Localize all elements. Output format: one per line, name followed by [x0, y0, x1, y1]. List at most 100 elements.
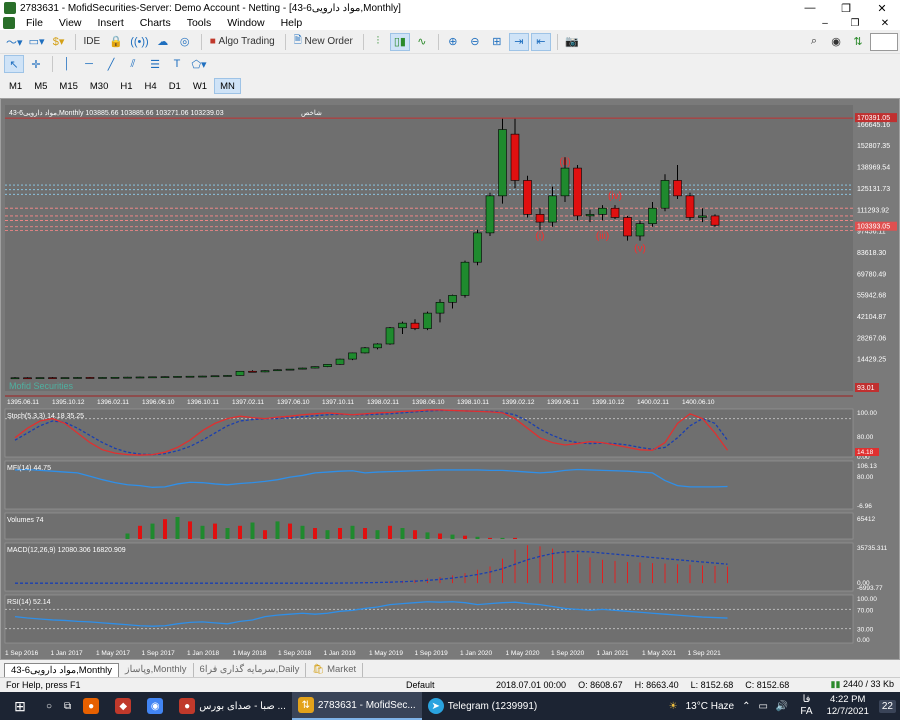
- menu-file[interactable]: File: [18, 17, 51, 29]
- volume-bar: [463, 535, 467, 539]
- tab-chart-2[interactable]: وپاساز,Monthly: [119, 663, 194, 677]
- status-low: L: 8152.68: [690, 679, 734, 690]
- rsi-axis-label: 100.00: [857, 596, 877, 603]
- language-indicator[interactable]: فا FA: [796, 694, 816, 718]
- fibonacci-icon[interactable]: ☰: [145, 55, 165, 73]
- screenshot-icon[interactable]: 📷: [562, 33, 582, 51]
- timeframe-mn[interactable]: MN: [214, 78, 241, 94]
- firefox-button[interactable]: ●: [77, 692, 109, 720]
- new-order-button[interactable]: 🗎 New Order: [290, 33, 357, 51]
- cloud-icon[interactable]: ☁: [153, 33, 173, 51]
- volume-bar: [475, 536, 480, 539]
- candle-body: [360, 347, 370, 354]
- chrome-button[interactable]: ◉: [141, 692, 173, 720]
- shamsi-date-label: 1395.06.11: [7, 399, 39, 406]
- account-icon[interactable]: ◉: [826, 33, 846, 51]
- candle-body: [48, 377, 57, 379]
- timeframe-m1[interactable]: M1: [4, 78, 27, 94]
- network-icon[interactable]: ▭: [758, 701, 767, 712]
- zoom-out-icon[interactable]: ⊖: [465, 33, 485, 51]
- tile-windows-icon[interactable]: ⊞: [487, 33, 507, 51]
- volume-icon[interactable]: 🔊: [776, 701, 788, 712]
- date-axis-label: 1 May 2020: [506, 650, 540, 657]
- main-pane-bg: [5, 105, 853, 391]
- shamsi-date-label: 1399.02.12: [502, 399, 535, 406]
- candlestick-icon[interactable]: ▯▮: [389, 32, 410, 51]
- zoom-in-icon[interactable]: ⊕: [443, 33, 463, 51]
- weather-text[interactable]: 13°C Haze: [686, 701, 734, 712]
- clock[interactable]: 4:22 PM 12/7/2021: [827, 694, 869, 718]
- auto-scroll-icon[interactable]: ⇥: [508, 32, 529, 51]
- notification-badge[interactable]: 22: [878, 699, 896, 713]
- chart-window[interactable]: (i) (ii) (iii) (iv) (v) 43-6مواد دارویی,Month…: [0, 98, 900, 660]
- timeframe-h4[interactable]: H4: [140, 78, 162, 94]
- profiles-icon[interactable]: $▾: [49, 33, 69, 51]
- task-metatrader[interactable]: ⇅ 2783631 - MofidSec...: [291, 692, 422, 720]
- stoch-tag-label: 14.18: [857, 449, 874, 456]
- vps-icon[interactable]: ◎: [175, 33, 195, 51]
- channel-icon[interactable]: ⫽: [123, 55, 143, 73]
- tray-arrow-icon[interactable]: ⌃: [742, 701, 750, 712]
- child-close-button[interactable]: ✕: [870, 18, 900, 29]
- task-view-button[interactable]: ⧉: [58, 692, 77, 720]
- candle-body: [385, 327, 395, 345]
- minimize-button[interactable]: —: [792, 0, 828, 16]
- window-title: 2783631 - MofidSecurities-Server: Demo A…: [20, 2, 401, 14]
- candle-body: [210, 375, 220, 378]
- timeframe-m15[interactable]: M15: [54, 78, 82, 94]
- tab-market[interactable]: 🛍 Market: [306, 663, 364, 677]
- text-icon[interactable]: T: [167, 55, 187, 73]
- price-axis-label: 111293.92: [857, 207, 889, 214]
- menu-charts[interactable]: Charts: [132, 17, 179, 29]
- lock-icon[interactable]: 🔒: [106, 33, 126, 51]
- menu-view[interactable]: View: [51, 17, 90, 29]
- shapes-icon[interactable]: ⬠▾: [189, 55, 209, 73]
- menu-tools[interactable]: Tools: [179, 17, 220, 29]
- line-chart-icon[interactable]: ∿: [412, 33, 432, 51]
- menu-help[interactable]: Help: [273, 17, 311, 29]
- candle-body: [710, 215, 720, 226]
- weather-icon: ☀: [668, 700, 678, 712]
- new-chart-icon[interactable]: ▭▾: [27, 33, 47, 51]
- task-saba[interactable]: ● صبا - صدای بورس ...: [173, 692, 292, 720]
- timeframe-w1[interactable]: W1: [188, 78, 212, 94]
- algo-trading-button[interactable]: ■ Algo Trading: [206, 33, 279, 51]
- chart-window-icon[interactable]: [3, 17, 15, 29]
- cursor-icon[interactable]: ↖: [4, 55, 24, 73]
- chart-canvas[interactable]: (i) (ii) (iii) (iv) (v) 43-6مواد دارویی,Month…: [1, 99, 899, 659]
- start-button[interactable]: ⊞: [0, 692, 40, 720]
- chart-type-icon[interactable]: 〜▾: [4, 33, 25, 51]
- app-button[interactable]: ◆: [109, 692, 141, 720]
- timeframe-d1[interactable]: D1: [164, 78, 186, 94]
- task-telegram[interactable]: ➤ Telegram (1239991): [422, 692, 544, 720]
- shamsi-date-label: 1398.06.10: [412, 399, 445, 406]
- chart-shift-icon[interactable]: ⇤: [530, 32, 551, 51]
- close-button[interactable]: ✕: [864, 0, 900, 16]
- horizontal-line-icon[interactable]: ─: [79, 55, 99, 73]
- price-axis-label: 125131.73: [857, 186, 890, 193]
- candle-body: [460, 261, 470, 296]
- maximize-button[interactable]: ❐: [828, 0, 864, 16]
- signals-icon[interactable]: ((•)): [128, 33, 151, 51]
- tab-chart-3[interactable]: سرمایه گذاری فرا6,Daily: [194, 663, 307, 677]
- volume-bar: [200, 525, 205, 539]
- child-restore-button[interactable]: ❐: [840, 18, 870, 29]
- bar-chart-icon[interactable]: ⫶: [368, 33, 388, 51]
- level-icon[interactable]: ⇅: [848, 33, 868, 51]
- timeframe-m5[interactable]: M5: [29, 78, 52, 94]
- date-axis-label: 1 May 2021: [642, 650, 676, 657]
- menu-insert[interactable]: Insert: [90, 17, 132, 29]
- timeframe-h1[interactable]: H1: [115, 78, 137, 94]
- child-minimize-button[interactable]: –: [810, 18, 840, 29]
- shamsi-date-label: 1395.10.12: [52, 399, 85, 406]
- menu-window[interactable]: Window: [219, 17, 272, 29]
- ide-button[interactable]: IDE: [80, 33, 105, 51]
- tab-chart-1[interactable]: 43-6مواد دارویی,Monthly: [4, 663, 120, 677]
- search-icon[interactable]: ⌕: [804, 33, 824, 51]
- timeframe-m30[interactable]: M30: [85, 78, 113, 94]
- trend-line-icon[interactable]: ╱: [101, 55, 121, 73]
- crosshair-icon[interactable]: ✛: [26, 55, 46, 73]
- vertical-line-icon[interactable]: │: [57, 55, 77, 73]
- candle-body: [398, 322, 407, 329]
- search-taskbar-button[interactable]: ○: [40, 692, 58, 720]
